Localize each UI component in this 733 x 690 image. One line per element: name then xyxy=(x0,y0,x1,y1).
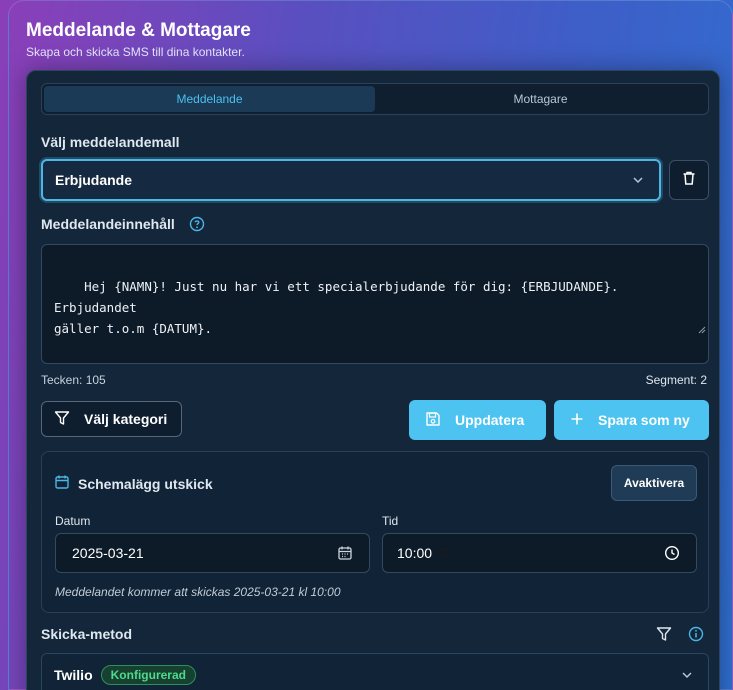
page-title: Meddelande & Mottagare xyxy=(26,20,251,41)
tab-bar: Meddelande Mottagare xyxy=(41,83,709,115)
select-category-button[interactable]: Välj kategori xyxy=(41,401,182,437)
tab-meddelande[interactable]: Meddelande xyxy=(44,86,375,112)
send-method-select[interactable]: Twilio Konfigurerad xyxy=(41,653,709,690)
message-text: Hej {NAMN}! Just nu har vi ett specialer… xyxy=(54,279,619,336)
status-badge: Konfigurerad xyxy=(100,665,196,685)
clock-small-icon xyxy=(438,548,448,558)
message-card: Meddelande Mottagare Välj meddelandemall… xyxy=(26,70,720,690)
content-label: Meddelandeinnehåll xyxy=(41,216,175,232)
send-method-value: Twilio xyxy=(54,667,93,683)
plus-icon xyxy=(570,412,584,429)
template-selected-value: Erbjudande xyxy=(55,172,133,188)
time-input[interactable]: 10:00 xyxy=(382,533,697,573)
chevron-down-icon xyxy=(631,173,645,190)
delete-template-button[interactable] xyxy=(669,160,709,200)
page-subtitle: Skapa och skicka SMS till dina kontakter… xyxy=(26,45,245,59)
template-select[interactable]: Erbjudande xyxy=(41,159,661,201)
save-icon xyxy=(425,411,441,430)
tab-mottagare[interactable]: Mottagare xyxy=(375,86,706,112)
select-category-label: Välj kategori xyxy=(84,411,168,427)
schedule-panel: Schemalägg utskick Avaktivera Datum Tid … xyxy=(41,451,709,613)
schedule-title: Schemalägg utskick xyxy=(78,475,213,492)
help-icon[interactable] xyxy=(189,216,205,237)
clock-icon[interactable] xyxy=(664,545,680,564)
time-value: 10:00 xyxy=(397,545,433,561)
date-input[interactable]: 2025-03-21 xyxy=(55,533,370,573)
calendar-icon xyxy=(54,474,70,493)
update-label: Uppdatera xyxy=(455,412,525,428)
save-as-new-label: Spara som ny xyxy=(598,412,690,428)
segment-count: Segment: 2 xyxy=(645,373,707,387)
char-count: Tecken: 105 xyxy=(41,373,106,387)
time-label: Tid xyxy=(382,514,399,528)
date-value: 2025-03-21 xyxy=(72,545,144,561)
save-as-new-button[interactable]: Spara som ny xyxy=(554,400,709,440)
date-label: Datum xyxy=(55,514,91,528)
resize-handle-icon[interactable] xyxy=(651,298,706,361)
template-label: Välj meddelandemall xyxy=(41,134,180,150)
update-button[interactable]: Uppdatera xyxy=(409,400,546,440)
chevron-down-icon xyxy=(680,668,694,685)
filter-icon[interactable] xyxy=(656,626,672,647)
message-textarea[interactable]: Hej {NAMN}! Just nu har vi ett specialer… xyxy=(41,244,709,364)
schedule-note: Meddelandet kommer att skickas 2025-03-2… xyxy=(55,585,341,599)
schedule-header: Schemalägg utskick xyxy=(54,474,213,493)
info-icon[interactable] xyxy=(688,626,704,647)
trash-icon xyxy=(681,170,697,191)
filter-icon xyxy=(54,410,70,429)
calendar-picker-icon[interactable] xyxy=(337,545,353,564)
deactivate-button[interactable]: Avaktivera xyxy=(611,465,697,501)
send-method-label: Skicka-metod xyxy=(41,626,133,642)
